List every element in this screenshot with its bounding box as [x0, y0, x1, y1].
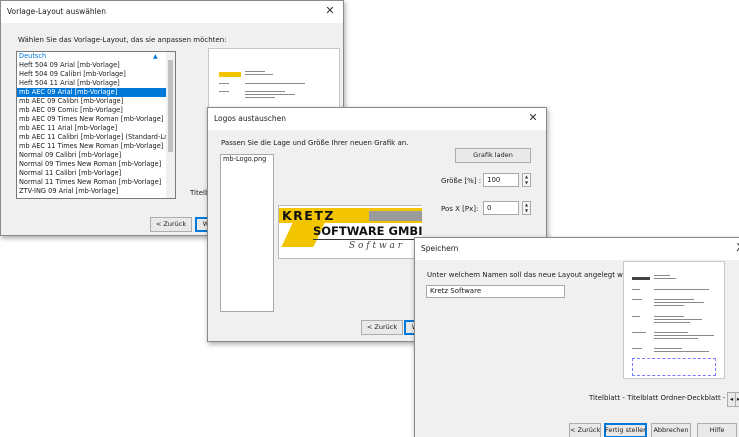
logo-word-kretz: KRETZ	[282, 208, 335, 223]
template-list-item[interactable]: Heft 504 09 Calibri [mb-Vorlage]	[17, 70, 166, 79]
size-value: 100	[487, 176, 501, 184]
scroll-right-icon[interactable]: ▸	[735, 392, 739, 407]
posx-value: 0	[487, 204, 492, 212]
logo-image: KRETZ SOFTWARE GMBI S o f t w a r	[278, 205, 422, 259]
template-list-item[interactable]: mb AEC 11 Times New Roman [mb-Vorlage]	[17, 142, 166, 151]
template-list-item[interactable]: Normal 09 Times New Roman [mb-Vorlage]	[17, 160, 166, 169]
logo-word-software: SOFTWARE GMBI	[313, 224, 422, 238]
template-listbox[interactable]: Deutsch ▲ Heft 504 09 Arial [mb-Vorlage]…	[16, 51, 176, 199]
template-list: Deutsch ▲ Heft 504 09 Arial [mb-Vorlage]…	[17, 52, 175, 196]
template-list-item[interactable]: mb AEC 11 Arial [mb-Vorlage]	[17, 124, 166, 133]
layout-name-value: Kretz Software	[430, 287, 482, 295]
size-input[interactable]: 100	[483, 173, 519, 187]
template-list-item[interactable]: Normal 11 Times New Roman [mb-Vorlage]	[17, 178, 166, 187]
posx-stepper[interactable]: ▲ ▼	[522, 201, 531, 215]
template-list-item[interactable]: mb AEC 11 Calibri [mb-Vorlage] (Standard…	[17, 133, 175, 142]
titlebar: Vorlage-Layout auswählen ✕	[1, 1, 343, 23]
help-button[interactable]: Hilfe	[697, 423, 737, 437]
template-list-item[interactable]: mb AEC 09 Times New Roman [mb-Vorlage]	[17, 115, 166, 124]
template-list-item[interactable]: mb AEC 09 Arial [mb-Vorlage]	[17, 88, 166, 97]
close-icon[interactable]: ✕	[323, 4, 337, 18]
preview-dashed-box	[632, 358, 716, 376]
logo-file-item[interactable]: mb-Logo.png	[221, 155, 273, 164]
template-list-item[interactable]: Normal 09 Calibri [mb-Vorlage]	[17, 151, 166, 160]
close-icon[interactable]: ✕	[526, 111, 540, 125]
close-icon[interactable]: X	[733, 241, 739, 255]
template-list-item[interactable]: Normal 11 Calibri [mb-Vorlage]	[17, 169, 166, 178]
logo-file-list[interactable]: mb-Logo.png	[220, 154, 274, 312]
instruction-text: Unter welchem Namen soll das neue Layout…	[427, 271, 647, 279]
size-label: Größe [%] :	[441, 177, 482, 185]
list-group-header[interactable]: Deutsch ▲	[17, 52, 166, 61]
save-preview-page	[623, 261, 725, 379]
template-list-item[interactable]: ZTV-ING 09 Arial [mb-Vorlage]	[17, 187, 166, 196]
preview-logo	[632, 277, 650, 280]
logo-preview-area: KRETZ SOFTWARE GMBI S o f t w a r	[278, 154, 422, 310]
template-list-item[interactable]: Heft 504 09 Arial [mb-Vorlage]	[17, 61, 166, 70]
finish-button[interactable]: Fertig stellen	[604, 423, 647, 437]
save-dialog: Speichern X Unter welchem Namen soll das…	[414, 237, 739, 437]
load-graphic-button[interactable]: Grafik laden	[455, 148, 531, 163]
posx-input[interactable]: 0	[483, 201, 519, 215]
logo-grey-bar	[369, 211, 422, 221]
chevron-up-icon[interactable]: ▲	[153, 52, 158, 61]
group-label: Deutsch	[19, 52, 47, 60]
preview-tabs-text: Titelblatt - Titelblatt Ordner-Deckblatt…	[589, 394, 739, 402]
back-button[interactable]: < Zurück	[150, 217, 192, 232]
dialog-title: Speichern	[421, 244, 459, 253]
posx-label: Pos X [Px]:	[441, 205, 479, 213]
template-list-item[interactable]: Heft 504 11 Arial [mb-Vorlage]	[17, 79, 166, 88]
titlebar: Logos austauschen ✕	[208, 108, 546, 130]
size-stepper[interactable]: ▲ ▼	[522, 173, 531, 187]
titlebar: Speichern X	[415, 238, 739, 260]
template-list-item[interactable]: mb AEC 09 Calibri [mb-Vorlage]	[17, 97, 166, 106]
back-button[interactable]: < Zurück	[361, 320, 403, 335]
dialog-title: Logos austauschen	[214, 114, 286, 123]
template-list-item[interactable]: mb AEC 09 Comic [mb-Vorlage]	[17, 106, 166, 115]
cancel-button[interactable]: Abbrechen	[651, 423, 691, 437]
instruction-text: Wählen Sie das Vorlage-Layout, das sie a…	[18, 36, 227, 44]
back-button[interactable]: < Zurück	[569, 423, 601, 437]
scrollbar-thumb[interactable]	[168, 60, 173, 152]
dialog-title: Vorlage-Layout auswählen	[7, 7, 107, 16]
preview-logo	[219, 72, 241, 77]
instruction-text: Passen Sie die Lage und Größe Ihrer neue…	[221, 139, 409, 147]
scrollbar[interactable]	[166, 52, 175, 198]
logo-word-software-italic: S o f t w a r	[349, 241, 403, 251]
layout-name-input[interactable]: Kretz Software	[426, 285, 565, 298]
